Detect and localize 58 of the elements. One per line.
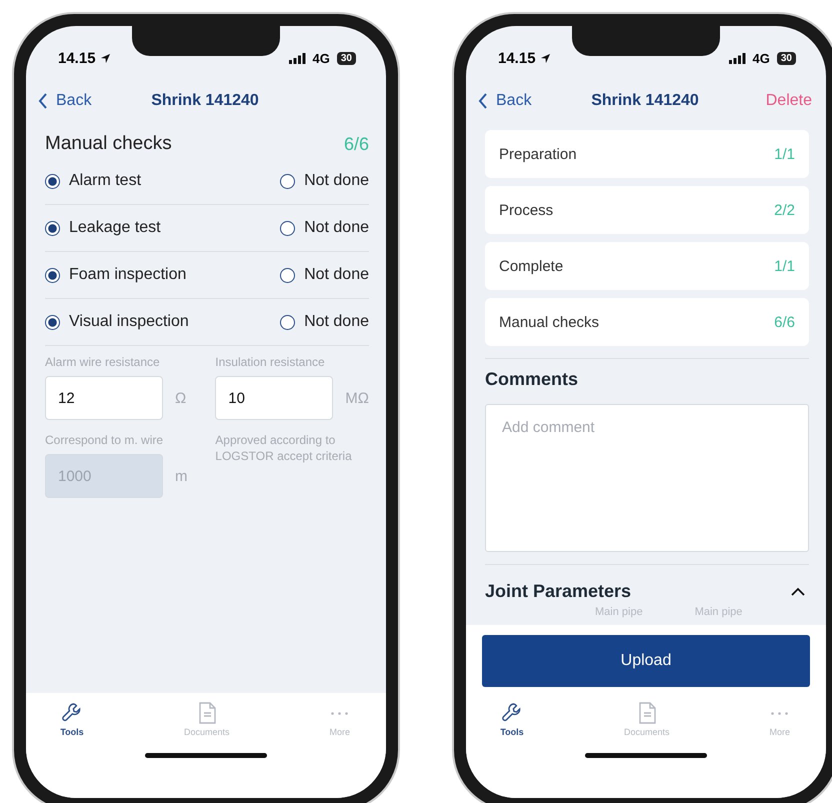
step-card[interactable]: Preparation 1/1 (485, 130, 809, 178)
back-button[interactable]: Back (38, 92, 118, 110)
screen-title: Shrink 141240 (150, 92, 260, 110)
status-time: 14.15 (58, 50, 96, 66)
comments-heading: Comments (485, 369, 580, 390)
progress-count: 6/6 (344, 134, 369, 154)
more-dots-icon (331, 712, 348, 714)
radio-button[interactable] (280, 268, 296, 282)
radio-option[interactable]: Foam inspection (45, 266, 186, 284)
signal-icon (728, 52, 746, 64)
location-arrow-icon (100, 52, 111, 64)
radio-button[interactable] (45, 220, 60, 236)
unit-label: m (175, 468, 188, 484)
radio-option[interactable]: Not done (280, 266, 369, 284)
field-label: Alarm wire resistance (45, 354, 161, 370)
radio-button[interactable] (280, 220, 296, 236)
network-label: 4G (312, 50, 330, 66)
criteria-note: Approved according to LOGSTOR accept criteria (215, 432, 353, 464)
battery-level: 30 (776, 52, 796, 64)
screen-title: Shrink 141240 (590, 92, 700, 110)
radio-button[interactable] (45, 174, 60, 188)
step-card[interactable]: Complete 1/1 (485, 242, 809, 290)
chevron-up-icon (791, 587, 805, 596)
tab[interactable]: Tools (500, 701, 524, 737)
step-card[interactable]: Manual checks 6/6 (485, 298, 809, 346)
comment-field[interactable]: Add comment (485, 404, 809, 552)
unit-label: Ω (175, 390, 186, 406)
radio-button[interactable] (45, 268, 60, 282)
joint-parameters-heading: Joint Parameters (485, 581, 632, 602)
field-label: Insulation resistance (215, 354, 326, 370)
radio-option[interactable]: Not done (280, 172, 369, 190)
column-label: Main pipe (694, 606, 742, 618)
back-button[interactable]: Back (478, 92, 558, 110)
step-card[interactable]: Process 2/2 (485, 186, 809, 234)
section-title: Manual checks (45, 133, 172, 155)
more-dots-icon (771, 712, 788, 714)
radio-option[interactable]: Not done (280, 219, 369, 237)
radio-option[interactable]: Leakage test (45, 219, 161, 237)
status-time: 14.15 (498, 50, 536, 66)
network-label: 4G (752, 50, 770, 66)
radio-button[interactable] (280, 314, 296, 330)
upload-button[interactable]: Upload (482, 635, 810, 687)
column-label: Main pipe (595, 606, 643, 618)
radio-option[interactable]: Alarm test (45, 172, 142, 190)
input-field[interactable]: 12 (45, 376, 163, 420)
radio-button[interactable] (45, 314, 60, 330)
field-label: Correspond to m. wire (45, 432, 164, 448)
radio-option[interactable]: Visual inspection (45, 313, 189, 331)
radio-option[interactable]: Not done (280, 313, 369, 331)
chevron-left-icon (38, 93, 48, 109)
chevron-left-icon (478, 93, 488, 109)
radio-button[interactable] (280, 174, 296, 188)
signal-icon (288, 52, 306, 64)
input-field[interactable]: 10 (215, 376, 334, 420)
battery-level: 30 (336, 52, 356, 64)
tab[interactable]: Tools (60, 701, 84, 737)
unit-label: MΩ (345, 390, 369, 406)
location-arrow-icon (540, 52, 551, 64)
